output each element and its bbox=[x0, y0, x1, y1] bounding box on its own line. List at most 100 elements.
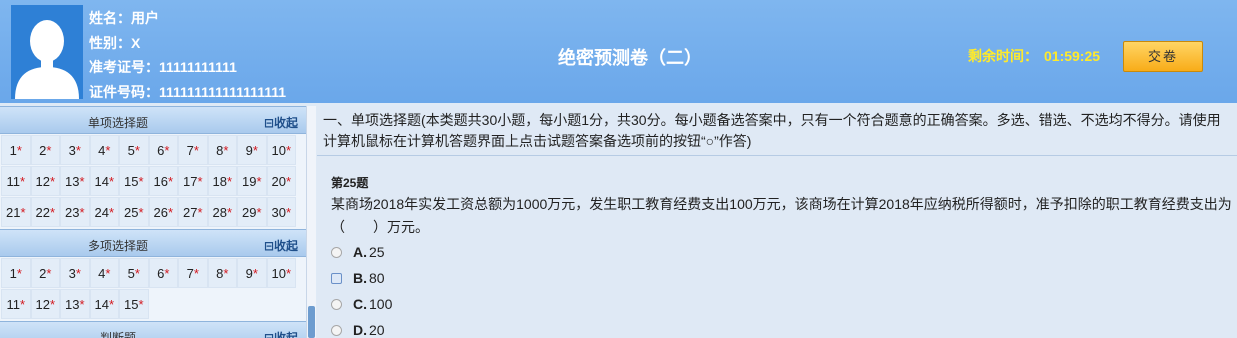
question-nav-number: 3 bbox=[68, 143, 76, 158]
radio-button[interactable] bbox=[331, 298, 342, 310]
unanswered-star-icon: * bbox=[108, 297, 115, 312]
timer-value: 01:59:25 bbox=[1044, 48, 1101, 64]
question-nav-number: 3 bbox=[68, 266, 76, 281]
question-nav-item[interactable]: 27* bbox=[178, 197, 208, 227]
question-nav-item[interactable]: 12* bbox=[30, 289, 60, 319]
question-nav-item[interactable]: 5* bbox=[119, 135, 149, 165]
option-value: 20 bbox=[369, 322, 385, 338]
question-nav-item[interactable]: 10* bbox=[266, 135, 296, 165]
question-nav-item[interactable]: 6* bbox=[148, 258, 178, 288]
question-nav-item[interactable]: 2* bbox=[30, 135, 60, 165]
unanswered-star-icon: * bbox=[79, 174, 85, 189]
question-nav-item[interactable]: 18* bbox=[207, 166, 237, 196]
unanswered-star-icon: * bbox=[193, 143, 199, 158]
question-nav-item[interactable]: 15* bbox=[119, 289, 149, 319]
unanswered-star-icon: * bbox=[16, 143, 22, 158]
question-nav-item[interactable]: 14* bbox=[89, 166, 119, 196]
question-nav-item[interactable]: 29* bbox=[237, 197, 267, 227]
question-nav-number: 15 bbox=[123, 174, 139, 189]
question-nav-item[interactable]: 14* bbox=[89, 289, 119, 319]
question-nav-item[interactable]: 28* bbox=[207, 197, 237, 227]
option-value: 100 bbox=[369, 296, 393, 312]
question-nav-number: 14 bbox=[94, 174, 109, 189]
question-nav-number: 27 bbox=[182, 205, 198, 220]
question-nav-number: 9 bbox=[245, 143, 253, 158]
question-nav-item[interactable]: 13* bbox=[60, 289, 90, 319]
unanswered-star-icon: * bbox=[16, 266, 22, 281]
question-nav-item[interactable]: 8* bbox=[207, 135, 237, 165]
radio-button[interactable] bbox=[331, 324, 342, 336]
question-nav-item[interactable]: 22* bbox=[30, 197, 60, 227]
collapse-button[interactable]: ⊟收起 bbox=[264, 329, 298, 338]
question-nav-number: 5 bbox=[127, 143, 135, 158]
option-b[interactable]: B. 80 bbox=[331, 265, 1237, 291]
question-nav-item[interactable]: 19* bbox=[237, 166, 267, 196]
question-nav-item[interactable]: 26* bbox=[148, 197, 178, 227]
unanswered-star-icon: * bbox=[105, 266, 111, 281]
exam-header: 姓名：用户 性别：X 准考证号：11111111111 证件号码：1111111… bbox=[0, 0, 1237, 103]
unanswered-star-icon: * bbox=[223, 266, 229, 281]
question-nav-item[interactable]: 7* bbox=[178, 135, 208, 165]
question-nav-number: 26 bbox=[153, 205, 168, 220]
question-nav-item[interactable]: 21* bbox=[1, 197, 31, 227]
question-nav-item[interactable]: 11* bbox=[1, 166, 31, 196]
unanswered-star-icon: * bbox=[256, 174, 262, 189]
option-c[interactable]: C. 100 bbox=[331, 291, 1237, 317]
question-nav-item[interactable]: 24* bbox=[89, 197, 119, 227]
question-nav-item[interactable]: 3* bbox=[60, 258, 90, 288]
candidate-photo bbox=[11, 5, 83, 99]
question-nav-item[interactable]: 16* bbox=[148, 166, 178, 196]
question-nav-item[interactable]: 3* bbox=[60, 135, 90, 165]
scrollbar-thumb[interactable] bbox=[308, 306, 315, 338]
option-a[interactable]: A. 25 bbox=[331, 239, 1237, 265]
question-nav-item[interactable]: 9* bbox=[237, 258, 267, 288]
question-nav-item[interactable]: 6* bbox=[148, 135, 178, 165]
radio-button[interactable] bbox=[331, 246, 342, 258]
unanswered-star-icon: * bbox=[197, 205, 203, 220]
question-nav-item[interactable]: 23* bbox=[60, 197, 90, 227]
question-nav-item[interactable]: 11* bbox=[1, 289, 31, 319]
question-nav-item[interactable]: 1* bbox=[1, 135, 31, 165]
question-nav-item[interactable]: 7* bbox=[178, 258, 208, 288]
section-true-false: 判断题 ⊟收起 bbox=[0, 321, 306, 338]
option-d[interactable]: D. 20 bbox=[331, 317, 1237, 338]
unanswered-star-icon: * bbox=[79, 205, 85, 220]
question-grid: 1* 2* 3* 4* 5* 6* 7* 8* 9* 10* 11* 12* 13* 14* 15* 16* 1… bbox=[0, 134, 306, 229]
question-nav-item[interactable]: 9* bbox=[237, 135, 267, 165]
section-single-choice: 单项选择题 ⊟收起 1* 2* 3* 4* 5* 6* 7* 8* 9* 10* 11* 12* 13*… bbox=[0, 106, 306, 229]
question-number: 第25题 bbox=[331, 176, 369, 190]
question-nav-item[interactable]: 2* bbox=[30, 258, 60, 288]
question-nav-item[interactable]: 10* bbox=[266, 258, 296, 288]
question-navigator: 单项选择题 ⊟收起 1* 2* 3* 4* 5* 6* 7* 8* 9* 10* 11* 12* 13*… bbox=[0, 106, 306, 338]
question-nav-item[interactable]: 13* bbox=[60, 166, 90, 196]
question-nav-item[interactable]: 17* bbox=[178, 166, 208, 196]
submit-exam-button[interactable]: 交卷 bbox=[1123, 41, 1203, 72]
question-text: 某商场2018年实发工资总额为1000万元，发生职工教育经费支出100万元，该商… bbox=[331, 196, 1232, 235]
question-nav-item[interactable]: 15* bbox=[119, 166, 149, 196]
question-panel: 一、单项选择题(本类题共30小题，每小题1分，共30分。每小题备选答案中，只有一… bbox=[317, 106, 1237, 338]
collapse-button[interactable]: ⊟收起 bbox=[264, 114, 298, 131]
question-nav-item[interactable]: 8* bbox=[207, 258, 237, 288]
question-nav-item[interactable]: 5* bbox=[119, 258, 149, 288]
question-nav-item[interactable]: 1* bbox=[1, 258, 31, 288]
collapse-button[interactable]: ⊟收起 bbox=[264, 237, 298, 254]
question-nav-item[interactable]: 25* bbox=[119, 197, 149, 227]
unanswered-star-icon: * bbox=[105, 143, 111, 158]
question-nav-item[interactable]: 20* bbox=[266, 166, 296, 196]
unanswered-star-icon: * bbox=[285, 174, 292, 189]
question-nav-number: 21 bbox=[5, 205, 21, 220]
question-nav-number: 24 bbox=[94, 205, 109, 220]
question-nav-number: 17 bbox=[182, 174, 198, 189]
unanswered-star-icon: * bbox=[46, 266, 52, 281]
timer-label: 剩余时间： bbox=[968, 48, 1038, 64]
section-title: 单项选择题 bbox=[87, 116, 148, 130]
question-nav-item[interactable]: 4* bbox=[89, 135, 119, 165]
option-key: B. bbox=[353, 270, 367, 286]
question-nav-item[interactable]: 12* bbox=[30, 166, 60, 196]
candidate-name: 姓名：用户 bbox=[89, 10, 159, 26]
question-nav-item[interactable]: 4* bbox=[89, 258, 119, 288]
unanswered-star-icon: * bbox=[252, 143, 258, 158]
navigator-scrollbar[interactable] bbox=[306, 106, 316, 338]
radio-button[interactable] bbox=[331, 272, 342, 284]
question-nav-item[interactable]: 30* bbox=[266, 197, 296, 227]
